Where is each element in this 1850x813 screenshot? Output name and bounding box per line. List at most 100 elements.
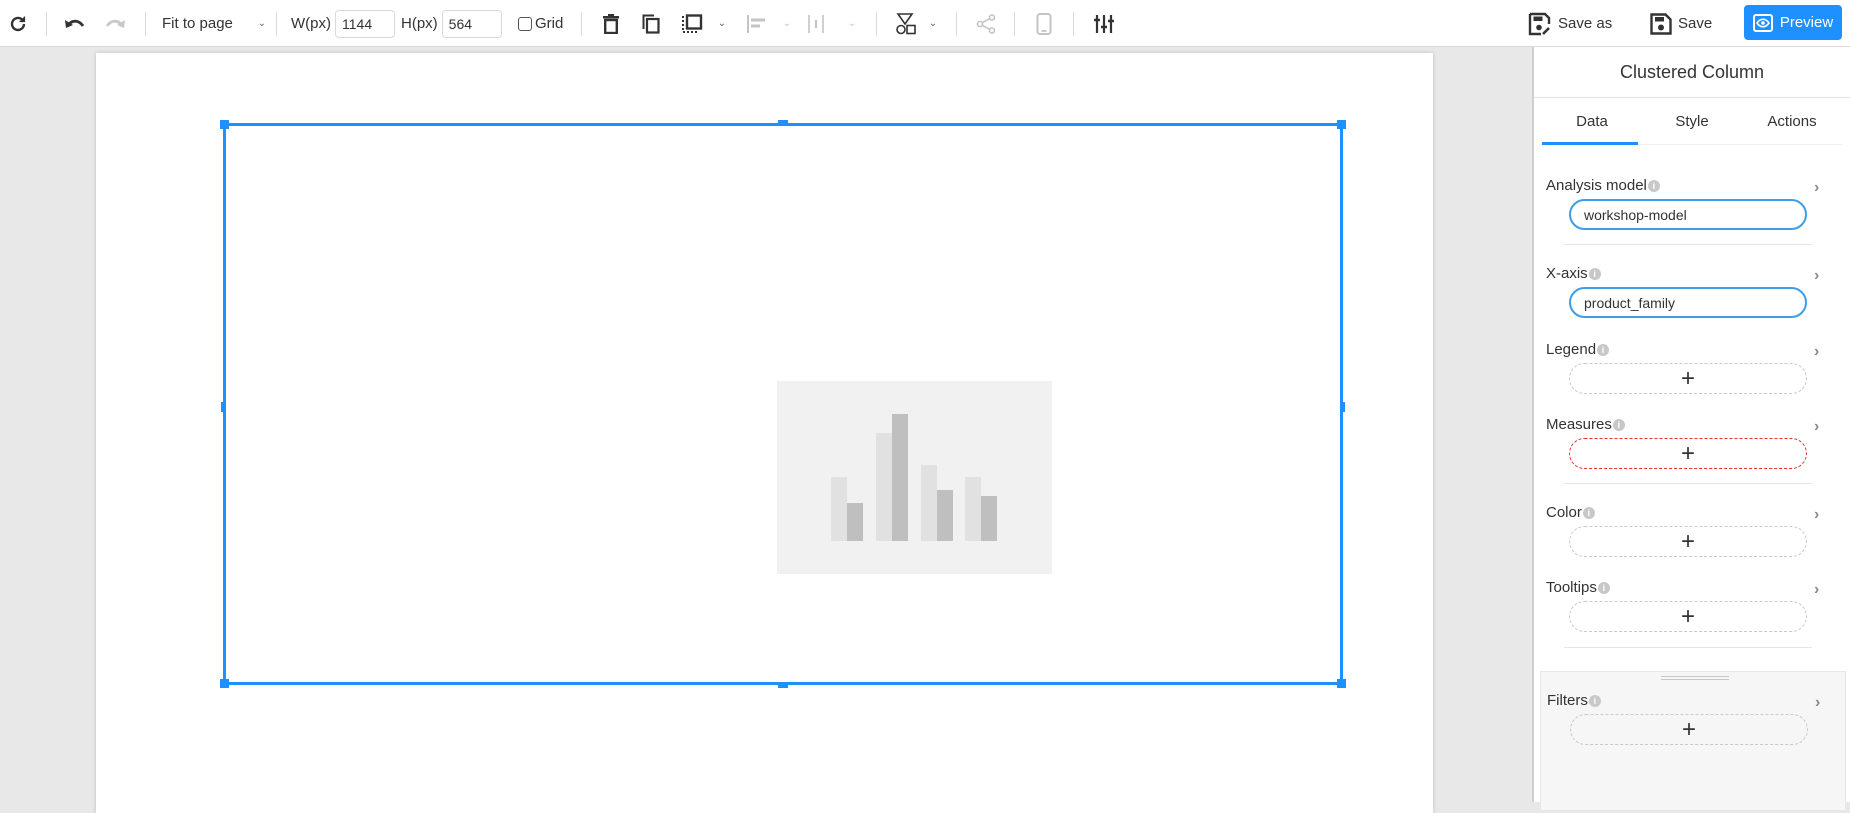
grid-checkbox[interactable] <box>518 16 532 31</box>
trash-icon <box>602 13 620 34</box>
eye-icon <box>1752 13 1773 32</box>
dashboard-page[interactable] <box>96 53 1433 813</box>
panel-tabs: Data Style Actions <box>1542 98 1842 145</box>
preview-button[interactable]: Preview <box>1744 5 1842 40</box>
info-icon: i <box>1597 581 1610 594</box>
chart-widget-selected[interactable] <box>220 120 1346 688</box>
save-icon <box>1650 12 1672 35</box>
save-as-icon <box>1528 12 1552 36</box>
chevron-down-icon: ⌄ <box>847 18 857 29</box>
redo-button[interactable] <box>102 0 128 47</box>
chevron-right-icon[interactable]: › <box>1814 343 1819 361</box>
placeholder-bar <box>921 465 937 541</box>
toolbar: Fit to page ⌄ W(px) H(px) Grid ⌄ <box>0 0 1850 47</box>
section-x-axis: X-axis i › product_family <box>1534 265 1850 325</box>
active-tab-indicator <box>1542 142 1638 145</box>
delete-button[interactable] <box>600 0 622 47</box>
group-button[interactable] <box>680 0 704 47</box>
chevron-right-icon[interactable]: › <box>1814 418 1819 436</box>
plus-icon: + <box>1680 602 1695 630</box>
height-label: H(px) <box>401 15 438 32</box>
share-button[interactable] <box>975 0 997 47</box>
align-button[interactable] <box>745 0 769 47</box>
resize-handle-top[interactable] <box>778 120 788 125</box>
resize-handle-bottom[interactable] <box>778 683 788 688</box>
resize-handle-bottom-right[interactable] <box>1337 679 1346 688</box>
resize-handle-left[interactable] <box>221 402 226 412</box>
placeholder-bar <box>981 496 997 541</box>
tab-style[interactable]: Style <box>1642 98 1742 144</box>
chevron-right-icon[interactable]: › <box>1814 179 1819 197</box>
divider <box>1564 647 1812 648</box>
width-label: W(px) <box>291 15 331 32</box>
placeholder-bar <box>876 433 892 541</box>
chevron-right-icon[interactable]: › <box>1815 694 1820 712</box>
info-icon: i <box>1588 267 1601 280</box>
section-label: Analysis model i <box>1546 177 1660 194</box>
info-icon: i <box>1588 694 1601 707</box>
section-label: Legend i <box>1546 341 1610 358</box>
copy-icon <box>642 14 660 34</box>
resize-handle-bottom-left[interactable] <box>220 679 229 688</box>
divider <box>1564 483 1812 484</box>
mobile-view-button[interactable] <box>1034 0 1054 47</box>
chevron-right-icon[interactable]: › <box>1814 581 1819 599</box>
divider <box>1564 244 1812 245</box>
preview-label: Preview <box>1779 14 1834 31</box>
resize-handle-right[interactable] <box>1340 402 1345 412</box>
align-left-icon <box>746 14 768 33</box>
select-frame-icon <box>681 13 703 34</box>
chevron-right-icon[interactable]: › <box>1814 267 1819 285</box>
save-as-button[interactable]: Save as <box>1528 0 1612 47</box>
x-axis-field[interactable]: product_family <box>1569 287 1807 318</box>
duplicate-button[interactable] <box>640 0 662 47</box>
tooltips-add-field[interactable]: + <box>1569 601 1807 632</box>
refresh-icon <box>8 14 28 34</box>
color-add-field[interactable]: + <box>1569 526 1807 557</box>
measures-add-field[interactable]: + <box>1569 438 1807 469</box>
plus-icon: + <box>1680 527 1695 555</box>
info-icon: i <box>1582 506 1595 519</box>
drag-handle[interactable] <box>1661 676 1729 680</box>
align-dropdown[interactable]: ⌄ <box>780 0 794 47</box>
chevron-right-icon[interactable]: › <box>1814 506 1819 524</box>
grid-label: Grid <box>535 15 564 32</box>
distribute-icon <box>807 14 825 33</box>
zoom-mode-value: Fit to page <box>162 15 233 32</box>
zoom-mode-select[interactable]: Fit to page ⌄ <box>162 0 266 47</box>
section-filters: Filters i › + <box>1535 692 1850 752</box>
distribute-dropdown[interactable]: ⌄ <box>845 0 859 47</box>
refresh-button[interactable] <box>6 0 30 47</box>
height-input[interactable] <box>441 9 502 38</box>
distribute-button[interactable] <box>806 0 826 47</box>
chevron-down-icon: ⌄ <box>782 18 792 29</box>
sliders-icon <box>1094 14 1114 34</box>
tab-actions[interactable]: Actions <box>1742 98 1842 144</box>
analysis-model-field[interactable]: workshop-model <box>1569 199 1807 230</box>
section-label: Tooltips i <box>1546 579 1610 596</box>
settings-button[interactable] <box>1092 0 1116 47</box>
resize-handle-top-right[interactable] <box>1337 120 1346 129</box>
section-tooltips: Tooltips i › + <box>1534 579 1850 639</box>
shapes-dropdown[interactable]: ⌄ <box>926 0 940 47</box>
info-icon: i <box>1597 343 1610 356</box>
chevron-down-icon: ⌄ <box>717 18 727 29</box>
save-button[interactable]: Save <box>1650 0 1712 47</box>
filters-add-field[interactable]: + <box>1570 714 1808 745</box>
placeholder-bar <box>965 477 981 541</box>
grid-toggle[interactable]: Grid <box>518 0 563 47</box>
shapes-button[interactable] <box>894 0 918 47</box>
tab-data[interactable]: Data <box>1542 98 1642 144</box>
canvas-area <box>0 47 1532 813</box>
legend-add-field[interactable]: + <box>1569 363 1807 394</box>
section-legend: Legend i › + <box>1534 341 1850 401</box>
chart-placeholder <box>777 381 1052 574</box>
group-dropdown[interactable]: ⌄ <box>715 0 729 47</box>
section-label: Measures i <box>1546 416 1625 433</box>
plus-icon: + <box>1681 715 1696 743</box>
undo-button[interactable] <box>62 0 88 47</box>
height-control: H(px) <box>401 0 502 47</box>
placeholder-bar <box>937 490 953 541</box>
resize-handle-top-left[interactable] <box>220 120 229 129</box>
width-input[interactable] <box>335 9 395 38</box>
